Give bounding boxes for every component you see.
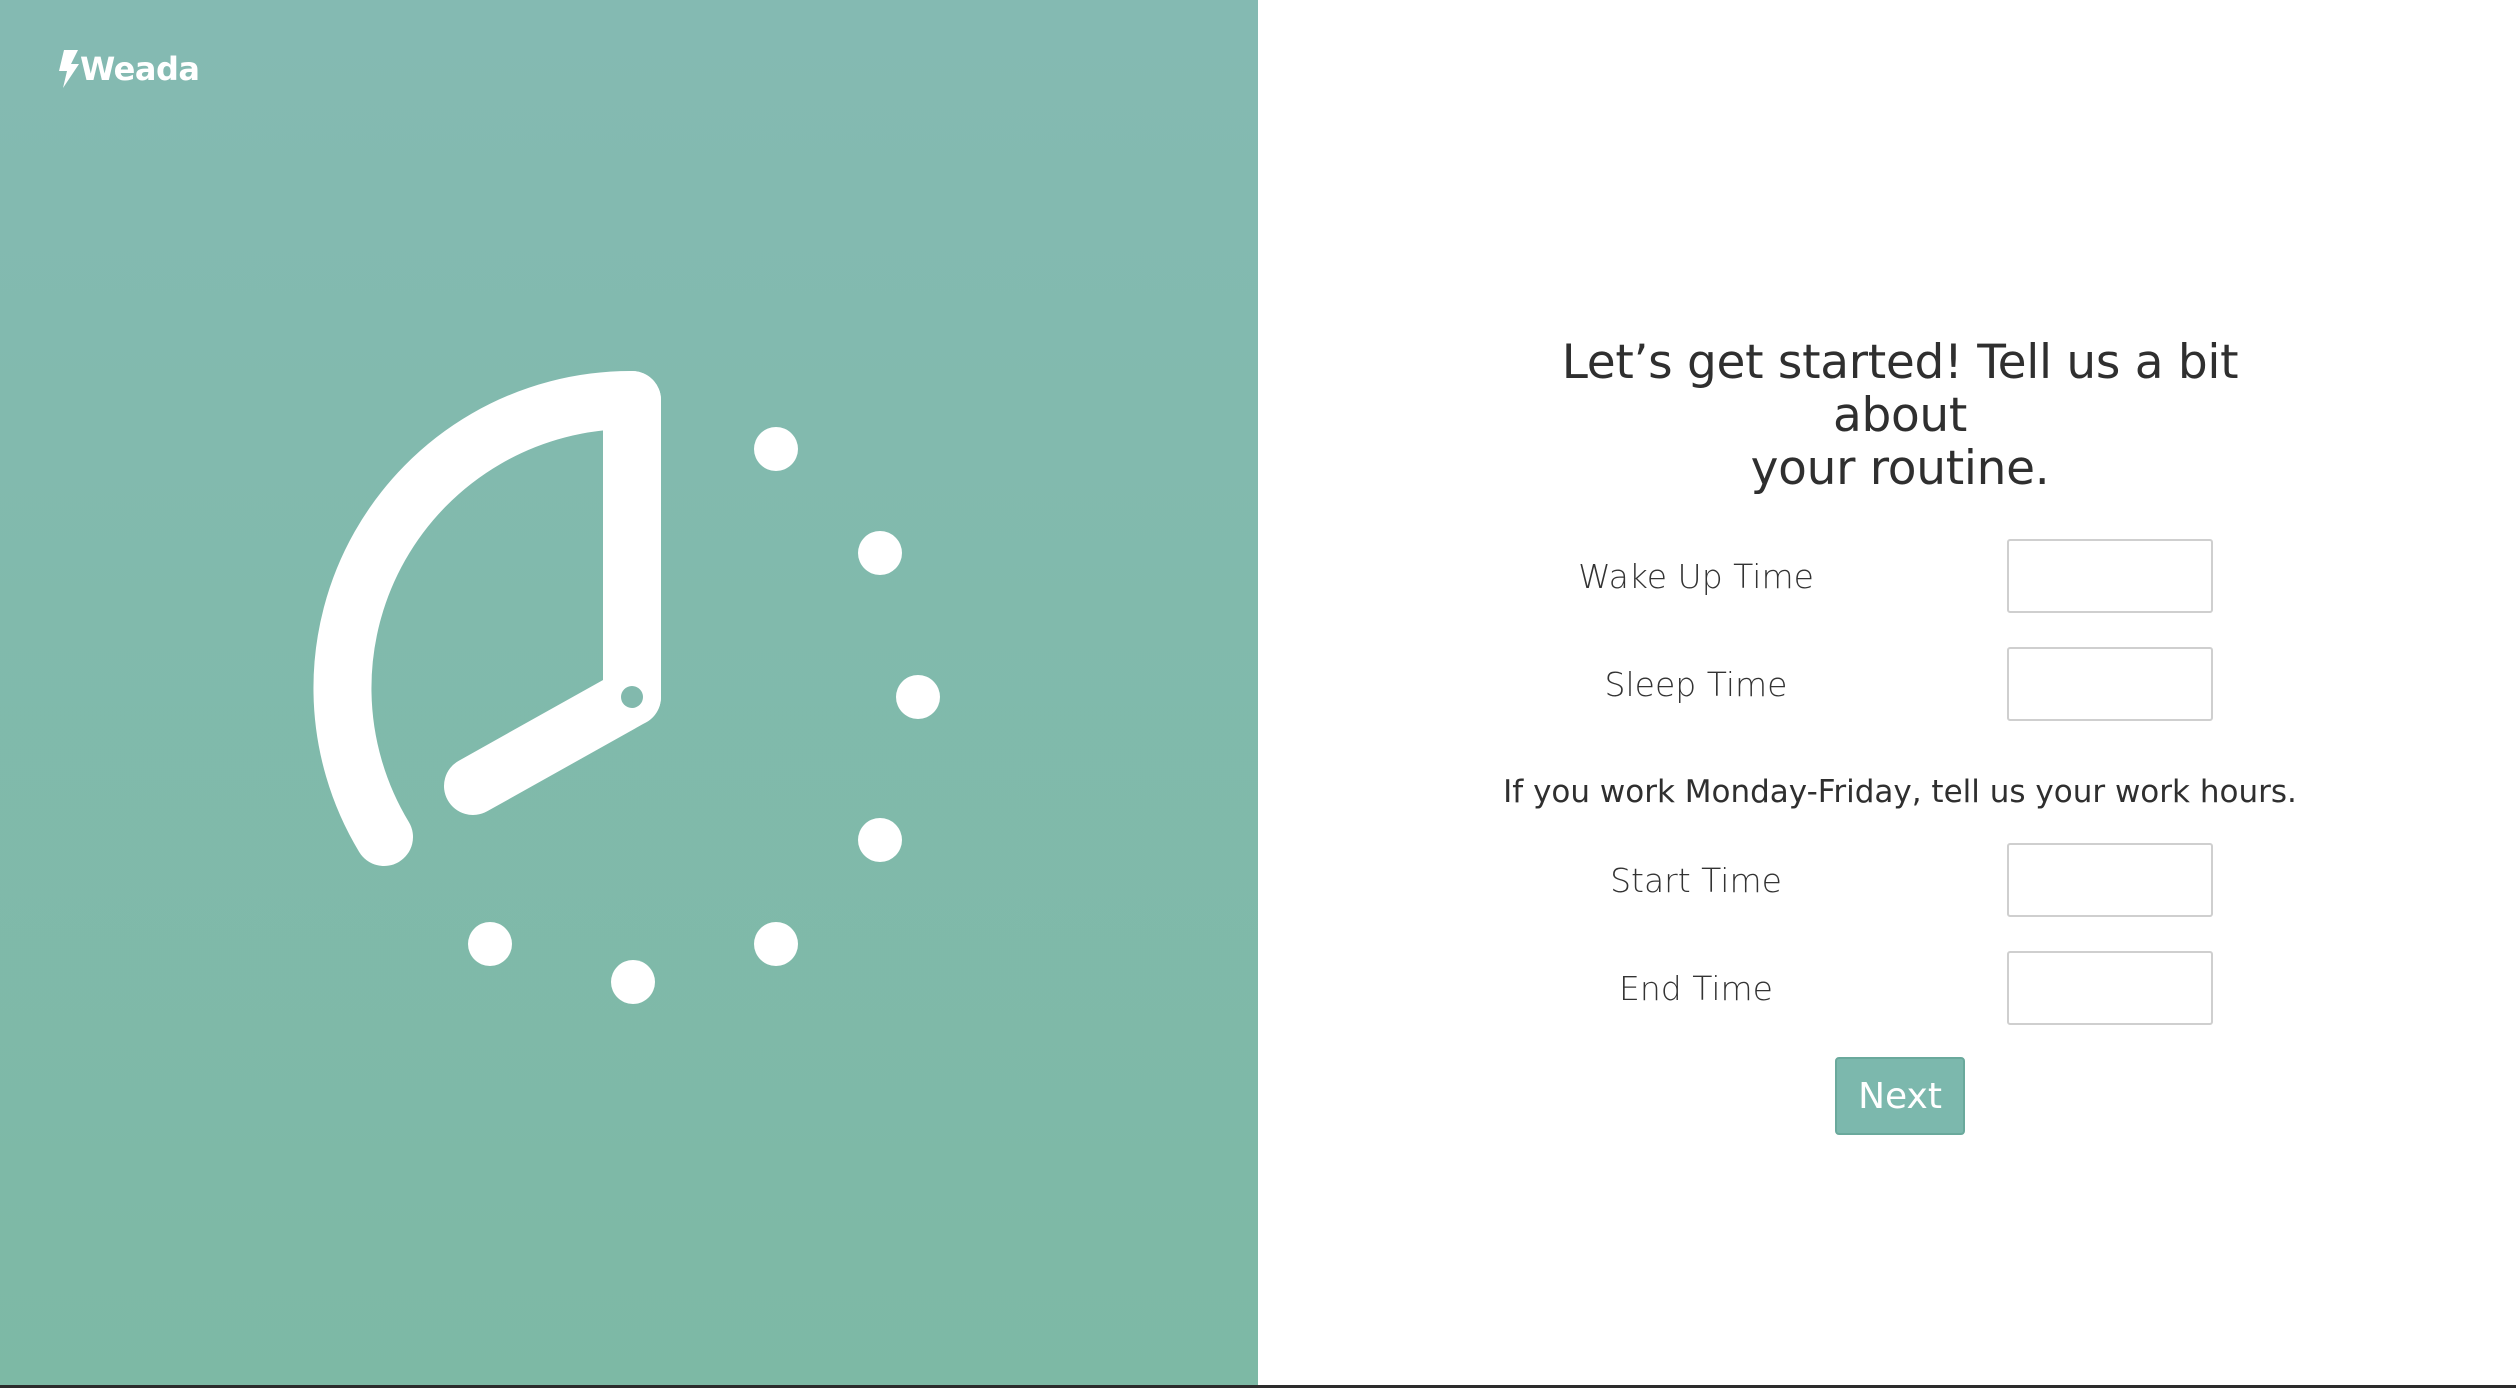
end-time-input[interactable] (2007, 951, 2213, 1025)
clock-dot (858, 818, 902, 862)
clock-center-dot (621, 686, 643, 708)
work-hours-prompt: If you work Monday-Friday, tell us your … (1503, 774, 2297, 810)
hero-panel: Weada (0, 0, 1258, 1388)
wake-up-time-label: Wake Up Time (1578, 556, 1814, 596)
clock-dot (858, 531, 902, 575)
wake-up-time-row: Wake Up Time (1490, 537, 2310, 615)
start-time-input[interactable] (2007, 843, 2213, 917)
wake-up-time-input[interactable] (2007, 539, 2213, 613)
page-title-line-2: your routine. (1750, 441, 2050, 496)
clock-dot (611, 960, 655, 1004)
routine-form: Let’s get started! Tell us a bit about y… (1490, 336, 2310, 1135)
clock-dot (754, 427, 798, 471)
end-time-label: End Time (1619, 968, 1773, 1008)
form-panel: Let’s get started! Tell us a bit about y… (1258, 0, 2516, 1388)
end-time-row: End Time (1490, 949, 2310, 1027)
clock-dot (468, 922, 512, 966)
sleep-time-input[interactable] (2007, 647, 2213, 721)
next-button[interactable]: Next (1835, 1057, 1965, 1135)
clock-dot (754, 922, 798, 966)
clock-icon (313, 370, 940, 1004)
sleep-time-row: Sleep Time (1490, 645, 2310, 723)
start-time-row: Start Time (1490, 841, 2310, 919)
clock-dot (896, 675, 940, 719)
sleep-time-label: Sleep Time (1604, 664, 1788, 704)
clock-hour-hand (444, 668, 661, 815)
onboarding-page: Weada Let’s get started! Tell us a bit a… (0, 0, 2516, 1388)
page-title-line-1: Let’s get started! Tell us a bit about (1561, 335, 2239, 443)
page-title: Let’s get started! Tell us a bit about y… (1490, 336, 2310, 495)
start-time-label: Start Time (1610, 860, 1782, 900)
